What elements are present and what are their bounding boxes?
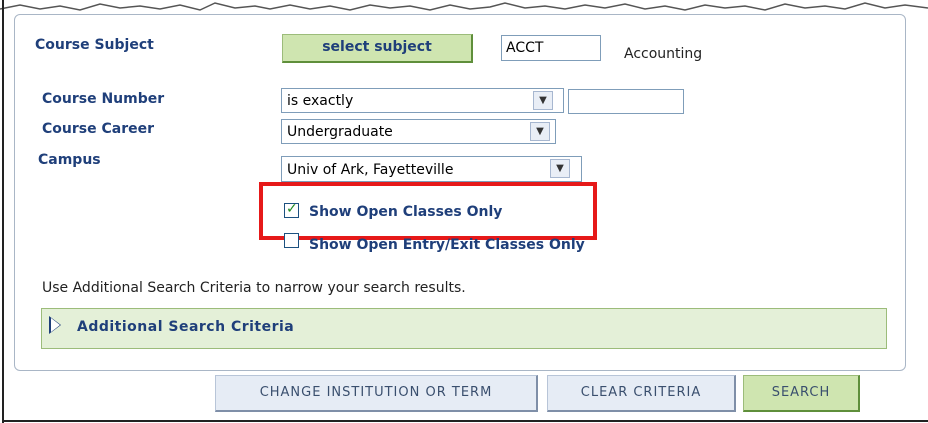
subject-input[interactable]: ACCT bbox=[501, 35, 601, 61]
campus-value: Univ of Ark, Fayetteville bbox=[287, 162, 454, 178]
course-career-label: Course Career bbox=[42, 121, 154, 137]
open-entry-label[interactable]: Show Open Entry/Exit Classes Only bbox=[309, 237, 585, 253]
course-number-operator-value: is exactly bbox=[287, 93, 354, 109]
left-border bbox=[2, 0, 4, 423]
bottom-border bbox=[2, 420, 928, 422]
open-classes-checkbox[interactable]: ✓ bbox=[284, 201, 299, 218]
course-number-operator-select[interactable]: is exactly ▼ bbox=[281, 88, 564, 113]
additional-criteria-hint: Use Additional Search Criteria to narrow… bbox=[42, 280, 466, 296]
additional-criteria-toggle[interactable]: Additional Search Criteria bbox=[41, 308, 887, 349]
search-button[interactable]: Search bbox=[743, 375, 860, 412]
subject-description: Accounting bbox=[624, 46, 703, 62]
select-subject-button[interactable]: select subject bbox=[282, 34, 473, 63]
expand-triangle-inner bbox=[51, 318, 60, 332]
additional-criteria-label: Additional Search Criteria bbox=[77, 319, 295, 335]
campus-label: Campus bbox=[38, 152, 101, 168]
open-classes-label[interactable]: Show Open Classes Only bbox=[309, 204, 502, 220]
chevron-down-icon[interactable]: ▼ bbox=[550, 159, 570, 178]
change-institution-button[interactable]: Change Institution or Term bbox=[215, 375, 538, 412]
clear-criteria-button[interactable]: Clear Criteria bbox=[547, 375, 736, 412]
campus-select[interactable]: Univ of Ark, Fayetteville ▼ bbox=[281, 156, 582, 182]
course-subject-label: Course Subject bbox=[35, 37, 154, 53]
chevron-down-icon[interactable]: ▼ bbox=[530, 122, 550, 141]
course-career-select[interactable]: Undergraduate ▼ bbox=[281, 119, 556, 144]
open-entry-checkbox[interactable] bbox=[284, 233, 299, 248]
course-number-label: Course Number bbox=[42, 91, 165, 107]
chevron-down-icon[interactable]: ▼ bbox=[533, 91, 553, 110]
course-career-value: Undergraduate bbox=[287, 124, 393, 140]
course-number-input[interactable] bbox=[568, 89, 684, 114]
checkmark-icon: ✓ bbox=[286, 201, 298, 217]
